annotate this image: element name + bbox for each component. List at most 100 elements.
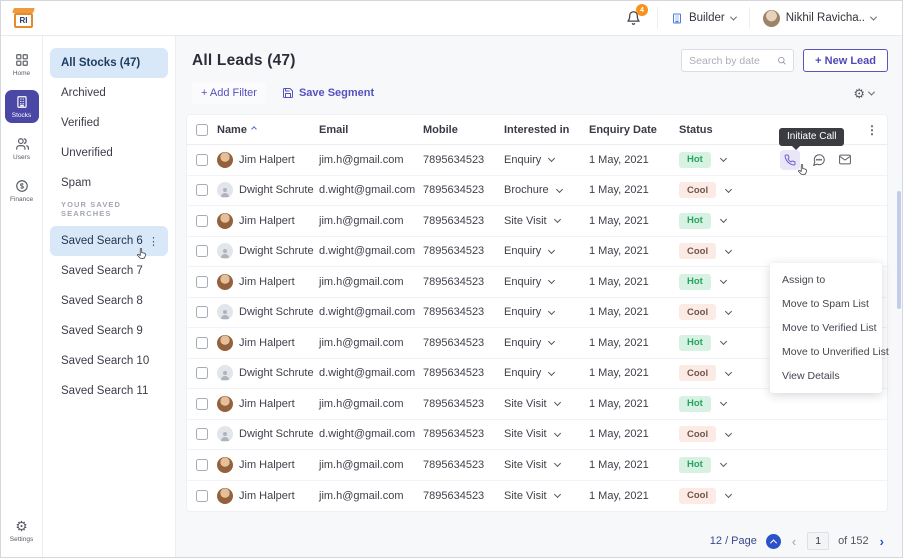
lead-email: jim.h@gmail.com: [319, 337, 423, 349]
page-size-dropdown-button[interactable]: [766, 534, 781, 549]
status-dropdown[interactable]: Hot: [679, 152, 776, 168]
row-checkbox[interactable]: [196, 306, 208, 318]
status-dropdown[interactable]: Cool: [679, 182, 776, 198]
interested-dropdown[interactable]: Site Visit: [504, 398, 589, 410]
column-header-mobile: Mobile: [423, 124, 504, 136]
row-checkbox[interactable]: [196, 276, 208, 288]
saved-search-item[interactable]: Saved Search 10 ⋮: [50, 346, 168, 376]
pagination: 12 / Page ‹ 1 of 152 ›: [710, 532, 886, 550]
previous-page-button[interactable]: ‹: [790, 534, 798, 549]
row-checkbox[interactable]: [196, 337, 208, 349]
next-page-button[interactable]: ›: [878, 534, 886, 549]
saved-search-item[interactable]: Saved Search 9 ⋮: [50, 316, 168, 346]
header-kebab-menu[interactable]: ⋮: [857, 123, 887, 137]
chat-button[interactable]: [812, 153, 826, 167]
context-menu-item[interactable]: Move to Verified List: [770, 316, 882, 340]
interested-value: Enquiry: [504, 154, 541, 166]
interested-dropdown[interactable]: Site Visit: [504, 459, 589, 471]
lead-mobile: 7895634523: [423, 428, 504, 440]
rail-item-stocks[interactable]: Stocks: [5, 90, 39, 123]
context-menu-item[interactable]: View Details: [770, 364, 882, 388]
page-title: All Leads (47): [192, 52, 296, 70]
save-segment-button[interactable]: Save Segment: [282, 87, 374, 99]
saved-search-item[interactable]: Saved Search 11 ⋮: [50, 376, 168, 406]
row-context-menu: Assign toMove to Spam ListMove to Verifi…: [770, 263, 882, 393]
chevron-down-icon: [725, 186, 732, 193]
status-dropdown[interactable]: Hot: [679, 457, 776, 473]
interested-dropdown[interactable]: Site Visit: [504, 215, 589, 227]
status-dropdown[interactable]: Hot: [679, 274, 776, 290]
context-menu-item[interactable]: Move to Unverified List: [770, 340, 882, 364]
interested-dropdown[interactable]: Enquiry: [504, 337, 589, 349]
row-checkbox[interactable]: [196, 428, 208, 440]
row-checkbox[interactable]: [196, 459, 208, 471]
sidebar-item[interactable]: Verified: [50, 108, 168, 138]
row-checkbox[interactable]: [196, 367, 208, 379]
context-menu-item[interactable]: Assign to: [770, 268, 882, 292]
interested-dropdown[interactable]: Enquiry: [504, 276, 589, 288]
interested-dropdown[interactable]: Brochure: [504, 184, 589, 196]
status-dropdown[interactable]: Cool: [679, 304, 776, 320]
column-header-enquiry-date: Enquiry Date: [589, 124, 679, 136]
saved-search-item[interactable]: Saved Search 8 ⋮: [50, 286, 168, 316]
interested-dropdown[interactable]: Enquiry: [504, 306, 589, 318]
rail-item-home[interactable]: Home: [5, 48, 39, 81]
row-checkbox[interactable]: [196, 398, 208, 410]
building-icon: [15, 95, 29, 109]
status-dropdown[interactable]: Cool: [679, 365, 776, 381]
status-dropdown[interactable]: Hot: [679, 335, 776, 351]
sidebar-item[interactable]: All Stocks (47): [50, 48, 168, 78]
add-filter-button[interactable]: + Add Filter: [192, 82, 266, 104]
rail-item-users[interactable]: Users: [5, 132, 39, 165]
builder-dropdown[interactable]: Builder: [657, 7, 749, 29]
rail-item-finance[interactable]: Finance: [5, 174, 39, 207]
lead-name-cell: Dwight Schrute: [217, 182, 319, 198]
rail-item-settings[interactable]: ⚙ Settings: [5, 515, 39, 547]
notifications-button[interactable]: 4: [626, 10, 641, 26]
row-checkbox[interactable]: [196, 490, 208, 502]
email-button[interactable]: [838, 153, 852, 166]
row-checkbox[interactable]: [196, 245, 208, 257]
status-dropdown[interactable]: Cool: [679, 426, 776, 442]
lead-email: d.wight@gmail.com: [319, 245, 423, 257]
new-lead-button[interactable]: + New Lead: [803, 49, 888, 72]
chevron-down-icon: [725, 247, 732, 254]
saved-search-item[interactable]: Saved Search 7 ⋮: [50, 256, 168, 286]
status-dropdown[interactable]: Cool: [679, 488, 776, 504]
interested-dropdown[interactable]: Enquiry: [504, 245, 589, 257]
interested-dropdown[interactable]: Site Visit: [504, 428, 589, 440]
scrollbar-thumb[interactable]: [897, 191, 901, 309]
sidebar-item[interactable]: Archived: [50, 78, 168, 108]
saved-search-kebab[interactable]: ⋮: [148, 235, 159, 248]
status-dropdown[interactable]: Cool: [679, 243, 776, 259]
row-checkbox[interactable]: [196, 215, 208, 227]
table-row: Jim Halpert jim.h@gmail.com 7895634523 S…: [187, 389, 887, 420]
chevron-down-icon: [730, 13, 737, 20]
status-dropdown[interactable]: Hot: [679, 213, 776, 229]
interested-dropdown[interactable]: Site Visit: [504, 490, 589, 502]
select-all-checkbox[interactable]: [196, 124, 208, 136]
status-dropdown[interactable]: Hot: [679, 396, 776, 412]
row-checkbox[interactable]: [196, 154, 208, 166]
enquiry-date: 1 May, 2021: [589, 490, 679, 502]
interested-dropdown[interactable]: Enquiry: [504, 154, 589, 166]
current-page[interactable]: 1: [807, 532, 829, 550]
interested-dropdown[interactable]: Enquiry: [504, 367, 589, 379]
search-icon[interactable]: [777, 55, 786, 66]
search-input[interactable]: [689, 55, 773, 67]
saved-searches-section-label: YOUR SAVED SEARCHES: [50, 198, 168, 226]
user-menu[interactable]: Nikhil Ravicha..: [749, 7, 889, 29]
lead-name-cell: Jim Halpert: [217, 488, 319, 504]
sidebar-item[interactable]: Spam: [50, 168, 168, 198]
chevron-down-icon: [725, 491, 732, 498]
chevron-down-icon: [554, 491, 561, 498]
sidebar-item[interactable]: Unverified: [50, 138, 168, 168]
column-header-name[interactable]: Name: [217, 124, 319, 136]
context-menu-item[interactable]: Move to Spam List: [770, 292, 882, 316]
gear-icon: ⚙: [15, 520, 28, 533]
table-settings-button[interactable]: ⚙: [853, 87, 874, 100]
call-button[interactable]: [780, 150, 800, 170]
app-logo[interactable]: RI: [14, 8, 36, 28]
saved-search-item[interactable]: Saved Search 6 ⋮: [50, 226, 168, 256]
row-checkbox[interactable]: [196, 184, 208, 196]
